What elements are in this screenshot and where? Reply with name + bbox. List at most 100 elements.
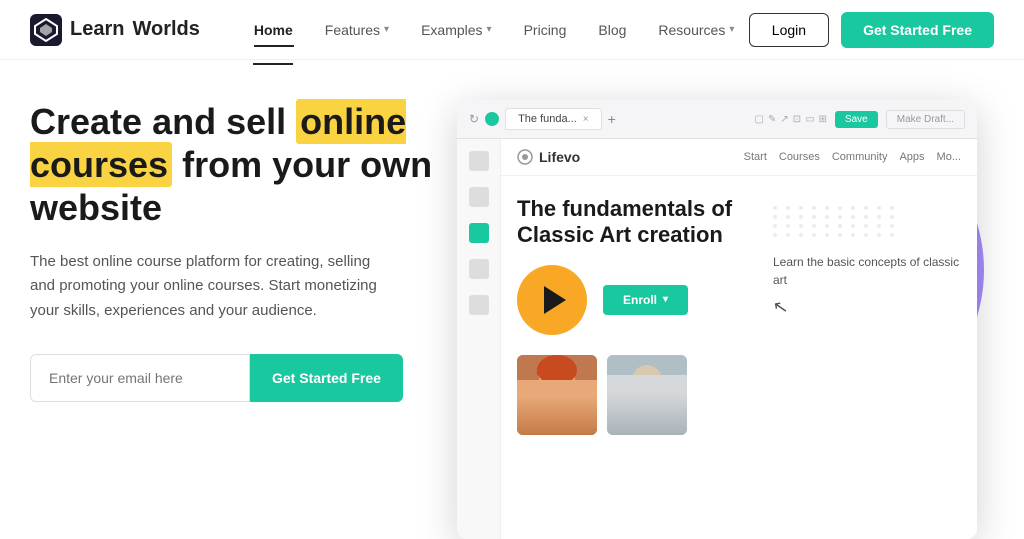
sidebar-layers-icon[interactable] [469,151,489,171]
login-button[interactable]: Login [749,13,829,47]
inner-logo-icon [517,149,533,165]
dot [838,233,842,237]
layout-icon: ⊡ [793,114,801,125]
dot [786,206,790,210]
toolbar-icons: ▢ ✎ ↗ ⊡ ▭ ⊞ [754,114,826,125]
dot [877,224,881,228]
features-chevron-icon: ▾ [384,24,389,35]
email-input[interactable] [30,354,250,402]
new-tab-icon[interactable]: + [608,111,616,127]
dot [877,206,881,210]
browser-tab-area: ↻ The funda... × + [469,108,746,130]
dot [877,233,881,237]
browser-tab-label: The funda... [518,113,577,125]
dot [864,206,868,210]
dot [799,206,803,210]
inner-nav-start[interactable]: Start [744,151,767,163]
thumbnail-1-image [517,355,597,435]
thumbnail-2-image [607,355,687,435]
logo-learn: Learn [70,18,124,41]
resources-chevron-icon: ▾ [729,24,734,35]
nav-home[interactable]: Home [240,14,307,46]
course-description: Learn the basic concepts of classic art … [773,196,961,519]
hero-title-part1: Create and sell [30,101,296,142]
draft-button[interactable]: Make Draft... [886,110,965,129]
nav-blog[interactable]: Blog [584,14,640,46]
dot [890,215,894,219]
course-thumbnails [517,355,757,435]
refresh-icon: ↻ [469,112,479,126]
save-button[interactable]: Save [835,111,878,128]
sidebar-user-icon[interactable] [469,259,489,279]
dot [851,233,855,237]
tab-favicon [485,112,499,126]
hero-section: Create and sell onlinecourses from your … [30,90,440,539]
nav-resources[interactable]: Resources ▾ [644,14,748,46]
inner-nav-more[interactable]: Mo... [937,151,961,163]
hero-mockup-section: ↻ The funda... × + ▢ ✎ ↗ ⊡ ▭ ⊞ [440,90,994,539]
enroll-button[interactable]: Enroll ▾ [603,285,688,315]
browser-tab[interactable]: The funda... × [505,108,602,130]
thumbnail-2 [607,355,687,435]
browser-bar: ↻ The funda... × + ▢ ✎ ↗ ⊡ ▭ ⊞ [457,100,977,139]
dot [825,233,829,237]
play-button[interactable] [517,265,587,335]
examples-chevron-icon: ▾ [487,24,492,35]
dot [890,224,894,228]
dot [838,206,842,210]
dot [786,215,790,219]
dot [851,215,855,219]
dot [812,224,816,228]
dot [851,224,855,228]
dot [825,224,829,228]
dot [890,233,894,237]
sidebar-file-icon[interactable] [469,295,489,315]
inner-logo-text: Lifevo [539,149,580,165]
sidebar-play-icon[interactable] [469,223,489,243]
inner-sidebar [457,139,501,539]
inner-nav-links: Start Courses Community Apps Mo... [744,151,961,163]
nav-examples[interactable]: Examples ▾ [407,14,506,46]
inner-nav: Lifevo Start Courses Community Apps Mo..… [501,139,977,176]
hero-title: Create and sell onlinecourses from your … [30,100,440,230]
dot [786,224,790,228]
pointer-icon: ↗ [780,114,788,125]
dot [812,215,816,219]
dot [825,206,829,210]
inner-body: The fundamentals of Classic Art creation… [501,176,977,539]
dot [799,233,803,237]
email-form: Get Started Free [30,354,440,402]
monitor-icon: ▭ [805,114,814,125]
dot [890,206,894,210]
sidebar-image-icon[interactable] [469,187,489,207]
nav-features[interactable]: Features ▾ [311,14,403,46]
dot [773,233,777,237]
dot [799,215,803,219]
get-started-main-button[interactable]: Get Started Free [250,354,403,402]
hero-subtitle: The best online course platform for crea… [30,250,390,324]
get-started-header-button[interactable]: Get Started Free [841,12,994,48]
logo-worlds: Worlds [132,18,199,41]
dot [812,233,816,237]
inner-nav-courses[interactable]: Courses [779,151,820,163]
dot [877,215,881,219]
logo-icon [30,14,62,46]
dot [825,215,829,219]
dot [812,206,816,210]
inner-nav-apps[interactable]: Apps [899,151,924,163]
thumbnail-1 [517,355,597,435]
dot [838,224,842,228]
nav-home-wrap: Home [240,14,307,46]
dot-grid-decoration [773,206,961,237]
dot [838,215,842,219]
logo[interactable]: Learn Worlds [30,14,200,46]
play-triangle-icon [544,286,566,314]
course-info: The fundamentals of Classic Art creation… [517,196,757,519]
cursor-icon: ↖ [771,296,790,319]
play-enroll-wrap: Enroll ▾ [517,265,757,335]
dot [851,206,855,210]
browser-mockup: ↻ The funda... × + ▢ ✎ ↗ ⊡ ▭ ⊞ [457,100,977,539]
inner-nav-community[interactable]: Community [832,151,888,163]
nav-pricing[interactable]: Pricing [510,14,581,46]
course-desc-text: Learn the basic concepts of classic art [773,253,961,289]
